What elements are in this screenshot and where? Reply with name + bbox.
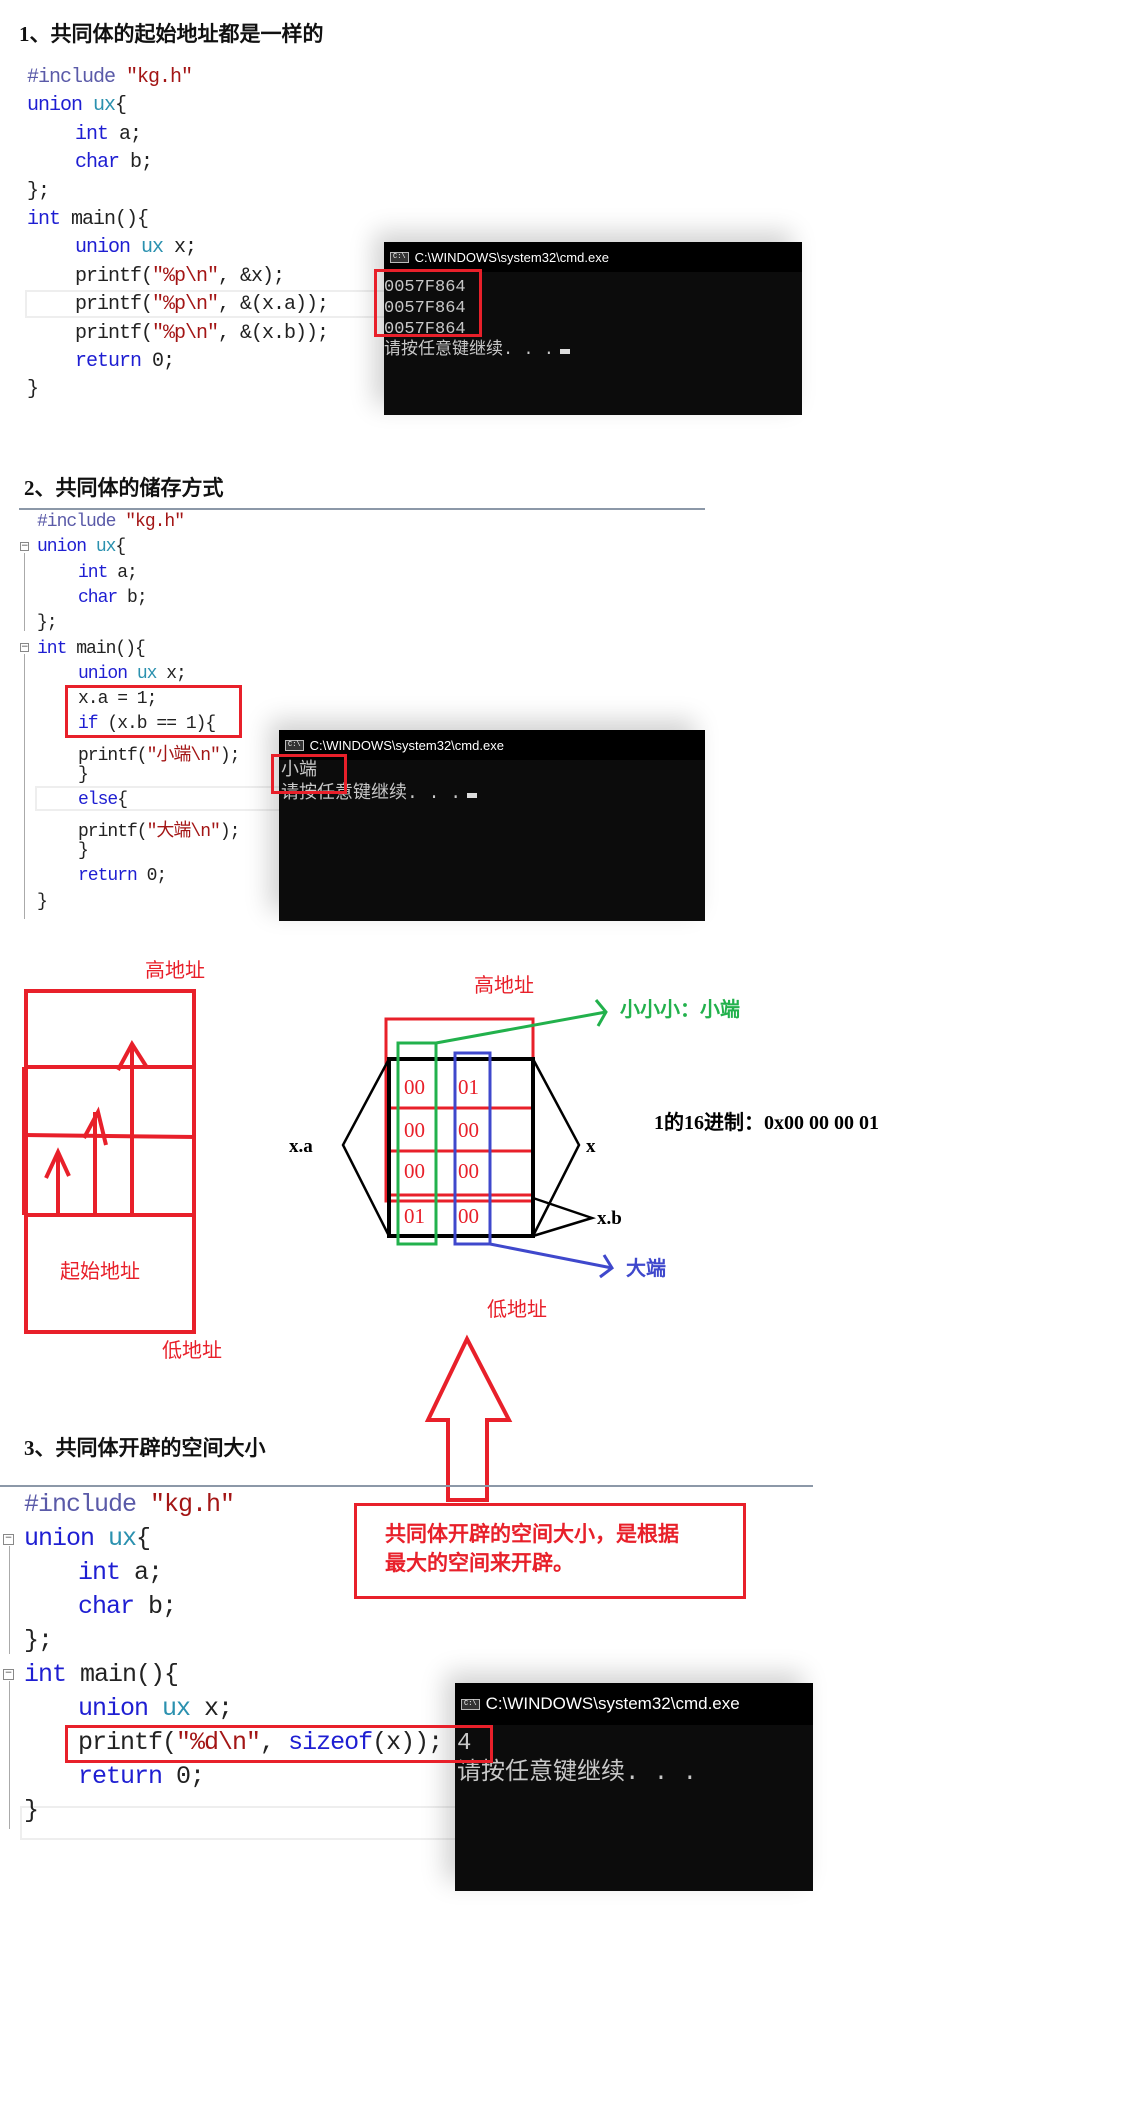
- hex-representation-note: 1的16进制：0x00 00 00 01: [654, 1110, 879, 1134]
- code-line: char b;: [78, 1592, 177, 1621]
- code-line: }: [24, 1796, 39, 1825]
- label-x-b: x.b: [597, 1208, 622, 1229]
- code-token: b;: [148, 1592, 177, 1621]
- code-token: int: [24, 1660, 81, 1689]
- collapse-icon[interactable]: −: [3, 1534, 14, 1545]
- console-output: 4 请按任意键继续. . .: [457, 1729, 697, 1789]
- console-line: 4: [457, 1730, 472, 1757]
- fold-guide: [9, 1546, 10, 1654]
- console-window-3: C:\ C:\WINDOWS\system32\cmd.exe 4 请按任意键继续…: [455, 1683, 813, 1891]
- byte-value: 00: [458, 1159, 479, 1183]
- code-token: "kg.h": [150, 1490, 235, 1519]
- code-line: union ux{: [24, 1524, 151, 1553]
- up-arrow-icon: [116, 1040, 148, 1215]
- code-line: #include "kg.h": [24, 1490, 235, 1519]
- up-arrow-icon: [424, 1334, 513, 1502]
- byte-value: 00: [458, 1118, 479, 1142]
- code-token: x;: [204, 1694, 233, 1723]
- collapse-icon[interactable]: −: [3, 1669, 14, 1680]
- console-title: C:\WINDOWS\system32\cmd.exe: [485, 1694, 740, 1713]
- code-line: union ux x;: [78, 1694, 233, 1723]
- code-token: main(){: [80, 1660, 179, 1689]
- code-line: int a;: [78, 1558, 163, 1587]
- code-token: {: [136, 1524, 151, 1553]
- highlight-box-sizeof: [65, 1725, 493, 1763]
- label-high-address: 高地址: [474, 974, 534, 997]
- code-token: };: [24, 1626, 53, 1655]
- byte-value: 00: [404, 1075, 425, 1099]
- byte-value: 00: [404, 1159, 425, 1183]
- label-low-address: 低地址: [487, 1298, 547, 1321]
- code-line: int main(){: [24, 1660, 179, 1689]
- annotation-note: 共同体开辟的空间大小，是根据 最大的空间来开辟。: [354, 1503, 746, 1599]
- note-line: 最大的空间来开辟。: [385, 1551, 574, 1575]
- code-token: ux: [108, 1524, 137, 1553]
- label-low-address: 低地址: [162, 1339, 222, 1362]
- fold-guide: [9, 1681, 10, 1829]
- label-x-a: x.a: [289, 1136, 313, 1157]
- arrow-right-icon: [435, 999, 608, 1045]
- code-line: };: [24, 1626, 53, 1655]
- label-x: x: [586, 1136, 596, 1157]
- console-title-bar: C:\ C:\WINDOWS\system32\cmd.exe: [455, 1683, 813, 1725]
- code-token: ux: [162, 1694, 205, 1723]
- label-start-address: 起始地址: [60, 1260, 140, 1283]
- bracket-x: [531, 1058, 581, 1237]
- code-token: union: [24, 1524, 109, 1553]
- console-app-icon: C:\: [461, 1698, 480, 1710]
- memory-divider: [23, 1133, 197, 1139]
- editor-divider: [0, 1485, 813, 1487]
- bracket-xa: [341, 1058, 391, 1237]
- code-token: #include: [24, 1490, 151, 1519]
- byte-value: 01: [404, 1204, 425, 1228]
- up-arrow-icon: [82, 1106, 108, 1215]
- code-token: a;: [134, 1558, 163, 1587]
- code-token: char: [78, 1592, 149, 1621]
- code-token: return: [78, 1762, 177, 1791]
- byte-value: 00: [458, 1204, 479, 1228]
- note-line: 共同体开辟的空间大小，是根据: [385, 1522, 679, 1546]
- arrow-right-icon: [489, 1242, 614, 1279]
- label-big-endian: 大端: [626, 1257, 666, 1280]
- code-token: }: [24, 1796, 39, 1825]
- current-line-highlight: [20, 1806, 460, 1840]
- byte-value: 00: [404, 1118, 425, 1142]
- console-line: 请按任意键继续. . .: [457, 1760, 698, 1787]
- code-line: return 0;: [78, 1762, 205, 1791]
- code-token: 0;: [176, 1762, 205, 1791]
- up-arrow-icon: [44, 1147, 71, 1215]
- byte-value: 01: [458, 1075, 479, 1099]
- code-token: int: [78, 1558, 135, 1587]
- label-high-address: 高地址: [145, 959, 205, 982]
- code-token: union: [78, 1694, 163, 1723]
- label-little-endian: 小小小：小端: [620, 998, 740, 1021]
